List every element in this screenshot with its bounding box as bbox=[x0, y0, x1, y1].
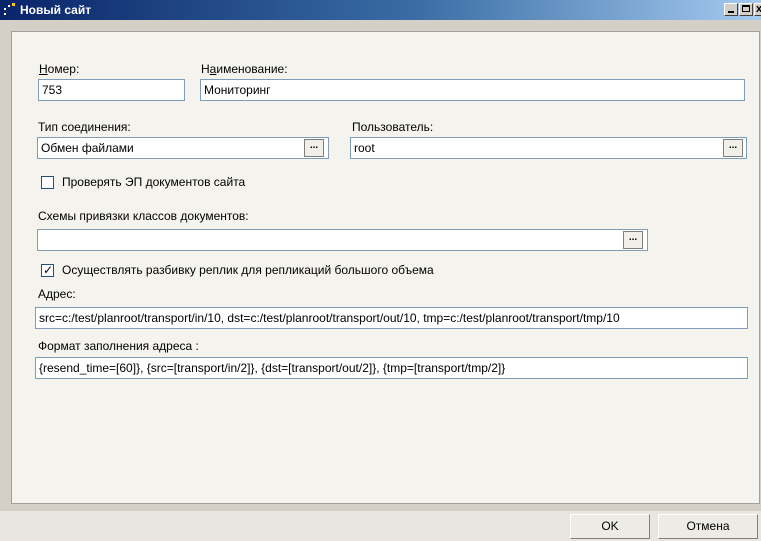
checkmark-icon: ✓ bbox=[43, 263, 54, 277]
name-label: Наименование: bbox=[201, 62, 288, 76]
split-replicas-checkbox[interactable]: ✓ bbox=[41, 263, 54, 277]
number-field[interactable]: 753 bbox=[38, 79, 185, 101]
maximize-button[interactable] bbox=[739, 3, 753, 16]
connection-type-ellipsis-button[interactable]: ... bbox=[304, 139, 324, 157]
verify-signature-label: Проверять ЭП документов сайта bbox=[62, 175, 246, 189]
title-bar: Новый сайт x bbox=[0, 0, 761, 20]
user-ellipsis-button[interactable]: ... bbox=[723, 139, 743, 157]
minimize-icon bbox=[728, 11, 734, 13]
close-icon: x bbox=[756, 3, 761, 15]
name-field[interactable]: Мониторинг bbox=[200, 79, 745, 101]
connection-type-label: Тип соединения: bbox=[38, 120, 131, 134]
split-replicas-label: Осуществлять разбивку реплик для реплика… bbox=[62, 263, 434, 277]
connection-type-field[interactable]: Обмен файлами bbox=[37, 137, 329, 159]
maximize-icon bbox=[742, 5, 750, 12]
minimize-button[interactable] bbox=[724, 3, 738, 16]
form-panel: Номер: 753 Наименование: Мониторинг Тип … bbox=[11, 31, 760, 504]
binding-schemes-label: Схемы привязки классов документов: bbox=[38, 209, 249, 223]
verify-signature-checkbox[interactable] bbox=[41, 176, 54, 189]
number-label: Номер: bbox=[39, 62, 80, 76]
ok-button[interactable]: OK bbox=[570, 514, 650, 539]
app-icon bbox=[4, 3, 15, 15]
close-button[interactable]: x bbox=[754, 3, 761, 16]
cancel-button[interactable]: Отмена bbox=[658, 514, 758, 539]
user-field[interactable]: root bbox=[350, 137, 747, 159]
window-title: Новый сайт bbox=[20, 3, 92, 17]
user-label: Пользователь: bbox=[352, 120, 434, 134]
binding-schemes-ellipsis-button[interactable]: ... bbox=[623, 231, 643, 249]
binding-schemes-field[interactable] bbox=[37, 229, 648, 251]
address-format-label: Формат заполнения адреса : bbox=[38, 339, 199, 353]
address-label: Адрес: bbox=[38, 287, 76, 301]
address-format-field[interactable]: {resend_time=[60]}, {src=[transport/in/2… bbox=[35, 357, 748, 379]
address-field[interactable]: src=c:/test/planroot/transport/in/10, ds… bbox=[35, 307, 748, 329]
